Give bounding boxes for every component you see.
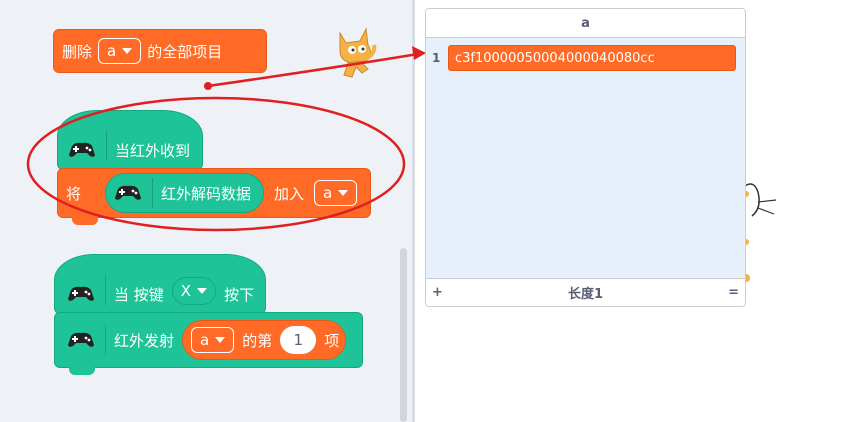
ir-send-prefix: 红外发射	[114, 331, 175, 350]
block-separator	[105, 275, 106, 305]
delete-all-suffix: 的全部项目	[147, 42, 223, 61]
list-item-index: 1	[432, 51, 441, 65]
gamepad-icon	[65, 329, 97, 351]
list-monitor-title: a	[426, 9, 745, 38]
scratch-cat-sprite[interactable]	[330, 25, 380, 80]
block-separator	[106, 131, 107, 161]
chevron-down-icon	[338, 190, 349, 196]
add-to-middle: 加入	[274, 184, 305, 203]
when-key-pressed-hat-block[interactable]: 当 按键 X 按下	[54, 254, 266, 314]
gamepad-icon	[65, 283, 97, 305]
list-dropdown[interactable]: a	[191, 327, 235, 353]
when-key-prefix: 当 按键	[114, 286, 164, 304]
delete-all-prefix: 删除	[62, 42, 93, 61]
add-to-prefix: 将	[66, 184, 82, 203]
chevron-down-icon	[215, 337, 226, 343]
code-workspace: 删除 a 的全部项目 当红外收到 将 红外解码数据 加入 a 当 按键 X 按下…	[0, 0, 412, 422]
when-ir-label: 当红外收到	[115, 142, 191, 160]
ir-send-block[interactable]: 红外发射 a 的第 1 项	[54, 312, 363, 368]
delete-all-items-block[interactable]: 删除 a 的全部项目	[53, 29, 267, 73]
list-dropdown-value: a	[107, 42, 117, 60]
scratch-cat-stage-sprite[interactable]	[740, 178, 780, 288]
item-index-input[interactable]: 1	[280, 326, 317, 354]
list-monitor-footer: + 长度1 =	[426, 278, 745, 306]
workspace-scrollbar[interactable]	[400, 248, 407, 422]
block-connector	[72, 217, 98, 225]
list-dropdown-value: a	[323, 184, 333, 202]
key-dropdown-value: X	[180, 282, 192, 300]
list-dropdown[interactable]: a	[98, 38, 142, 64]
list-item[interactable]: 1 c3f10000050004000040080cc	[432, 45, 736, 71]
ir-decoded-data-reporter[interactable]: 红外解码数据	[105, 173, 265, 213]
item-index-value: 1	[293, 331, 303, 349]
list-item-value[interactable]: c3f10000050004000040080cc	[448, 45, 736, 71]
item-of-list-reporter[interactable]: a 的第 1 项	[182, 320, 347, 360]
chevron-down-icon	[197, 288, 208, 294]
add-to-list-block[interactable]: 将 红外解码数据 加入 a	[57, 168, 371, 218]
add-item-button[interactable]: +	[432, 285, 443, 300]
item-of-suffix: 项	[324, 331, 340, 350]
when-ir-received-hat-block[interactable]: 当红外收到	[57, 110, 203, 170]
list-length-label: 长度1	[567, 287, 604, 302]
list-dropdown[interactable]: a	[314, 180, 358, 206]
item-of-middle: 的第	[242, 331, 273, 350]
block-separator	[152, 178, 154, 208]
gamepad-icon	[66, 139, 98, 161]
key-dropdown[interactable]: X	[171, 277, 217, 305]
block-connector	[69, 367, 95, 375]
ir-decoded-data-label: 红外解码数据	[161, 184, 252, 203]
when-key-suffix: 按下	[224, 286, 255, 304]
list-monitor[interactable]: a 1 c3f10000050004000040080cc + 长度1 =	[425, 8, 746, 307]
block-separator	[105, 325, 106, 355]
chevron-down-icon	[122, 48, 133, 54]
gamepad-icon	[112, 182, 144, 204]
resize-handle[interactable]: =	[728, 285, 739, 300]
list-dropdown-value: a	[200, 331, 210, 349]
